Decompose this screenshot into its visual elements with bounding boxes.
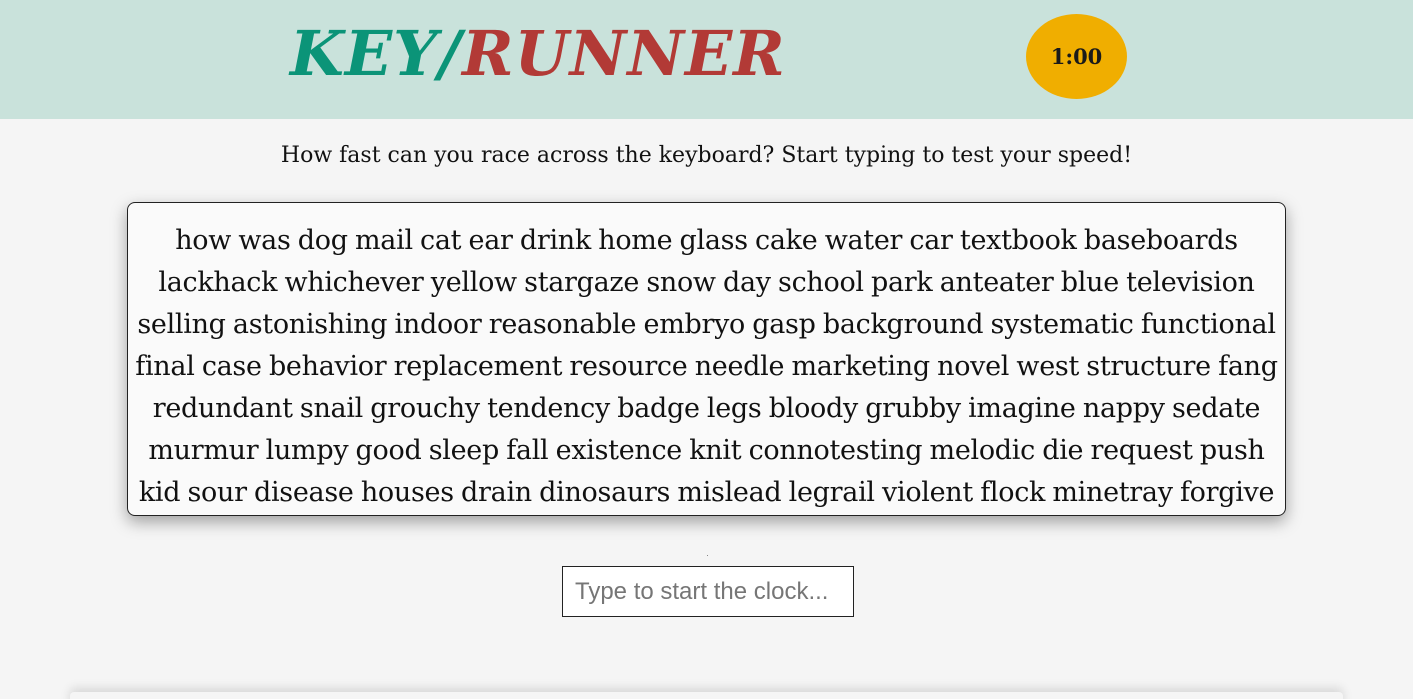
app-logo: KEY/RUNNER	[290, 14, 786, 94]
cursor-dot	[707, 555, 708, 556]
logo-runner-text: RUNNER	[462, 17, 786, 90]
logo-key-text: KEY	[290, 17, 439, 90]
tagline: How fast can you race across the keyboar…	[280, 143, 1133, 168]
logo-slash-text: /	[438, 17, 463, 90]
header-bar: KEY/RUNNER 1:00	[0, 0, 1413, 119]
countdown-timer: 1:00	[1026, 14, 1127, 99]
word-prompt-box: how was dog mail cat ear drink home glas…	[127, 202, 1286, 516]
word-prompt-text: how was dog mail cat ear drink home glas…	[135, 225, 1278, 508]
typing-input[interactable]	[562, 566, 854, 617]
results-panel-edge	[70, 692, 1343, 699]
